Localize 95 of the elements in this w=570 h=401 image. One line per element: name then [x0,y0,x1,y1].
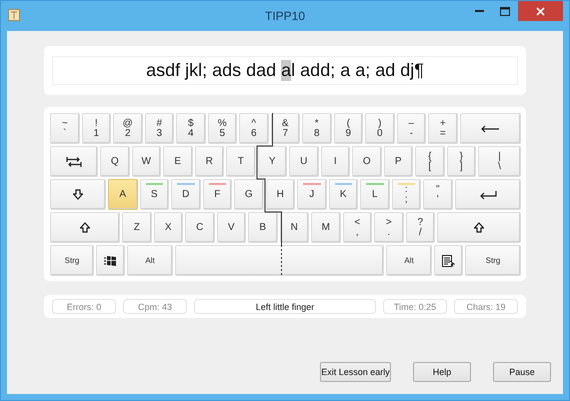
key-label: Alt [145,256,155,266]
key-label: O [362,156,371,166]
key-label: [ [428,162,432,172]
key-label: ] [460,162,463,172]
key-label: Strg [64,256,80,266]
key-label: J [309,190,314,200]
key-label: 5 [219,128,226,138]
key-label: S [150,190,158,200]
key-label: ^ [251,118,256,128]
context-menu-icon [442,254,455,266]
key-label: D [182,190,190,200]
key-label: 7 [282,128,288,138]
key-label: F [214,190,220,200]
status-field: Cpm: 43 [123,299,187,314]
key-label: $ [188,118,194,128]
status-field: Time: 0:25 [383,299,447,314]
key-label: " [436,184,440,194]
key-label: Q [110,156,119,166]
minimize-icon [474,10,484,12]
key-label: ` [63,128,66,138]
key-label: 1 [93,128,100,138]
key-label: Strg [486,256,500,266]
key-label: 6 [250,128,257,138]
key-label: ! [94,118,98,128]
key-label: \ [498,162,501,172]
key-label: { [428,152,432,162]
window-title: TIPP10 [264,9,306,23]
key-label: 8 [314,128,320,138]
shift-arrow-icon [80,222,90,233]
key-label: ? [417,218,424,228]
tab-arrows-icon [66,156,82,166]
key-label: M [322,222,330,232]
status-field: Errors: 0 [52,299,116,314]
app-icon [8,9,20,21]
key-label: I [334,156,337,166]
status-field: Chars: 19 [454,299,518,314]
key-label: = [440,128,446,138]
windows-logo-icon [104,254,117,266]
key-label: R [206,156,213,166]
dialog-button[interactable]: Pause [493,362,551,382]
key-label: Y [268,156,276,166]
close-icon [536,6,545,16]
dialog-button[interactable]: Exit Lesson early [320,362,391,382]
key-label: C [196,222,204,232]
lesson-text: asdf jkl; ads dad al add; a a; ad dj¶ [52,56,518,85]
key-label: : [404,184,408,194]
key-label: 4 [188,128,194,138]
key-label: U [300,156,308,166]
backspace-arrow-icon [480,124,500,132]
key-label: 9 [345,128,352,138]
key-label: & [282,118,289,128]
key-label: X [164,222,172,232]
key-label: 0 [376,128,383,138]
key-label: . [387,228,390,238]
key-label: } [460,152,463,162]
key-label: / [418,228,422,238]
key-label: + [440,118,446,128]
key-label: | [498,152,501,162]
caps-lock-arrow-icon [73,189,83,200]
key-label: H [276,190,284,200]
key-label: T [238,156,244,166]
key-label: ~ [62,118,68,128]
key-label: 2 [124,128,131,138]
key-label: E [174,156,182,166]
dialog-button[interactable]: Help [413,362,471,382]
status-field: Left little finger [194,299,376,314]
key-label: ( [346,118,350,128]
key-label: % [218,118,227,128]
key-label: L [372,190,378,200]
key-label: A [119,190,126,200]
key-label: 3 [156,128,162,138]
key-label: V [228,222,235,232]
key-label: G [244,190,253,200]
key-label: W [142,156,151,166]
key-label: > [386,218,392,228]
key-label: B [259,222,266,232]
key-label: Alt [404,256,414,266]
key-label: P [394,156,402,166]
key-label: K [340,190,347,200]
key-label: ) [378,118,382,128]
shift-arrow-icon [474,222,484,233]
key-label: Z [134,222,140,232]
key-label: N [290,222,298,232]
key-label: @ [122,118,133,128]
key-label: , [356,228,359,238]
enter-arrow-icon [478,190,497,198]
key-label: ; [404,194,408,204]
maximize-icon [500,6,510,16]
close-button[interactable] [518,1,563,21]
key-label: – [408,118,414,128]
key-label: - [410,128,413,138]
key-label: * [314,118,319,128]
key-label: < [354,218,360,228]
key-label: ' [436,194,439,204]
key-label: # [156,118,162,128]
